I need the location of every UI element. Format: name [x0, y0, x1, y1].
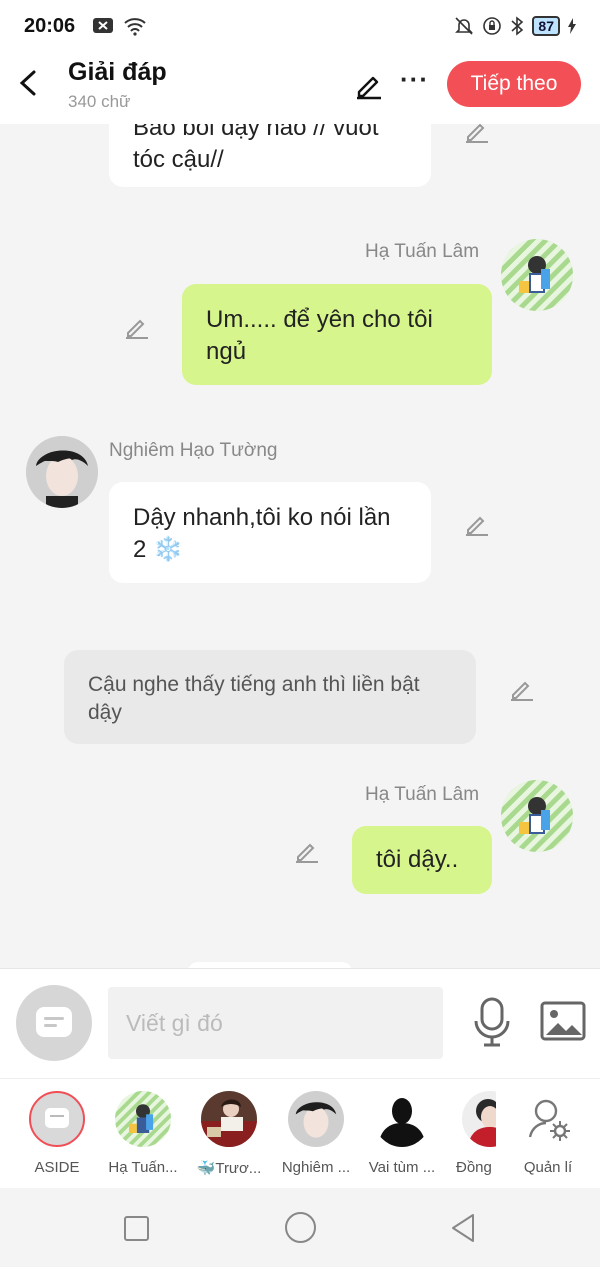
message-icon [36, 1007, 72, 1037]
message-input[interactable] [108, 987, 443, 1059]
edit-message-icon[interactable] [509, 676, 535, 702]
sender-name: Hạ Tuấn Lâm [365, 784, 480, 805]
status-left: 20:06 [24, 15, 147, 38]
word-count: 340 chữ [68, 92, 131, 111]
character-label: Vai tùm ... [368, 1159, 436, 1176]
edit-message-icon[interactable] [124, 314, 150, 340]
image-icon[interactable] [540, 1001, 586, 1041]
message-text: Dậy nhanh,tôi ko nói lần 2 ❄️ [133, 504, 391, 563]
home-button[interactable] [285, 1212, 316, 1243]
chat-area[interactable]: Bảo bối dậy nào // vuốt tóc cậu// Hạ Tuấ… [0, 124, 600, 968]
character-avatar [374, 1091, 430, 1147]
character-avatar [201, 1091, 257, 1147]
charging-icon [568, 18, 576, 34]
message-icon [45, 1108, 69, 1128]
character-item[interactable]: Nghiêm ... [274, 1091, 358, 1176]
character-item[interactable]: 🐳Trươ... [187, 1091, 271, 1177]
manage-characters[interactable]: Quản lí [506, 1091, 590, 1176]
avatar-image [501, 780, 573, 852]
message-bubble[interactable]: Um..... để yên cho tôi ngủ [182, 284, 492, 385]
message-bubble[interactable]: Bảo bối dậy nào // vuốt tóc cậu// [109, 124, 431, 187]
character-item[interactable]: Đồng [446, 1091, 496, 1176]
avatar[interactable] [501, 780, 573, 852]
aside-toggle-button[interactable] [16, 985, 92, 1061]
edit-icon[interactable] [354, 70, 384, 100]
avatar[interactable] [501, 239, 573, 311]
character-avatar [288, 1091, 344, 1147]
character-aside[interactable]: ASIDE [15, 1091, 99, 1176]
manage-icon [520, 1091, 576, 1147]
page-title: Giải đáp [68, 58, 167, 86]
status-bar: 20:06 87 [0, 0, 600, 52]
character-label: 🐳Trươ... [196, 1160, 262, 1177]
character-bar: ASIDE Hạ Tuấn... 🐳Trươ... Nghiêm ... Vai… [0, 1078, 600, 1188]
character-label: Nghiêm ... [281, 1159, 351, 1176]
back-arrow-icon[interactable] [14, 66, 44, 100]
clock: 20:06 [24, 14, 76, 37]
character-item[interactable]: Hạ Tuấn... [101, 1091, 185, 1176]
avatar[interactable] [26, 436, 98, 508]
message-text: Bảo bối dậy nào // vuốt tóc cậu// [133, 124, 379, 173]
message-bubble[interactable]: tôi dậy.. [352, 826, 492, 894]
character-avatar [462, 1091, 496, 1147]
sender-name: Nghiêm Hạo Tường [109, 440, 278, 461]
character-label: Quản lí [523, 1159, 573, 1176]
character-label: ASIDE [34, 1159, 80, 1176]
bell-off-icon [455, 17, 474, 35]
recent-apps-button[interactable] [124, 1216, 149, 1241]
sender-name: Hạ Tuấn Lâm [365, 241, 480, 262]
battery-indicator: 87 [532, 16, 560, 36]
composer [0, 968, 600, 1078]
avatar-image [26, 436, 98, 508]
wifi-icon [124, 18, 146, 36]
character-avatar [115, 1091, 171, 1147]
edit-message-icon[interactable] [294, 838, 320, 864]
character-item[interactable]: Vai tùm ... [360, 1091, 444, 1176]
message-bubble[interactable]: Dậy nhanh,tôi ko nói lần 2 ❄️ [109, 482, 431, 583]
back-triangle-icon[interactable] [450, 1212, 476, 1244]
microphone-icon[interactable] [472, 997, 512, 1047]
avatar-image [501, 239, 573, 311]
next-button[interactable]: Tiếp theo [447, 61, 581, 107]
lock-rotation-icon [483, 17, 502, 35]
message-text: Um..... để yên cho tôi ngủ [206, 306, 433, 365]
narration-bubble[interactable]: Cậu nghe thấy tiếng anh thì liền bật dậy [64, 650, 476, 744]
character-label: Hạ Tuấn... [108, 1159, 178, 1176]
edit-message-icon[interactable] [464, 124, 490, 144]
notification-close-icon [93, 18, 114, 33]
edit-message-icon[interactable] [464, 511, 490, 537]
header: Giải đáp 340 chữ ··· Tiếp theo [0, 52, 600, 124]
message-text: Cậu nghe thấy tiếng anh thì liền bật dậy [88, 673, 420, 724]
aside-avatar [29, 1091, 85, 1147]
system-nav-bar [0, 1188, 600, 1267]
more-options-icon[interactable]: ··· [400, 66, 429, 92]
status-right: 87 [454, 16, 576, 36]
character-label: Đồng [456, 1159, 492, 1176]
bluetooth-icon [511, 16, 524, 36]
message-text: tôi dậy.. [376, 846, 459, 873]
